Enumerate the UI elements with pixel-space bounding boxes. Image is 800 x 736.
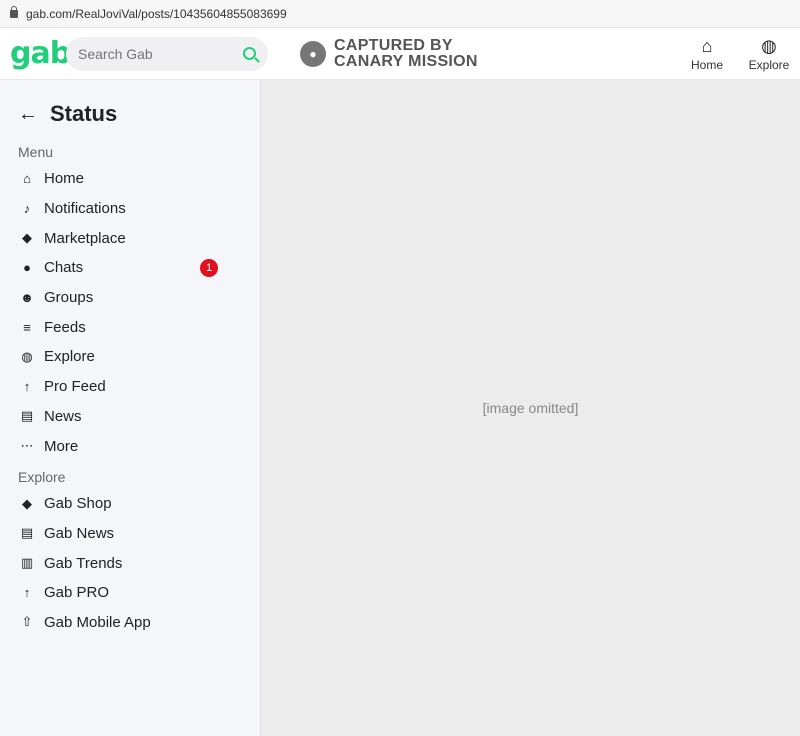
sidebar-item-label: Feeds	[44, 318, 86, 336]
sidebar-item-label: More	[44, 437, 79, 455]
top-nav-home-label: Home	[690, 57, 723, 72]
document-icon: ▤	[20, 525, 34, 541]
home-icon: ⌂	[23, 171, 31, 187]
sidebar-item-marketplace[interactable]: ◆ Marketplace	[18, 223, 218, 253]
sidebar-item-label: Gab Mobile App	[44, 613, 151, 631]
lock-icon	[10, 5, 18, 18]
share-icon: ⇧	[21, 614, 33, 630]
watermark-line-1: CAPTURED BY	[334, 36, 453, 54]
post-media-area: [image omitted]	[260, 80, 800, 736]
sidebar-item-label: Home	[44, 170, 85, 188]
sidebar-item-explore[interactable]: ◍ Explore	[18, 342, 218, 372]
search-input[interactable]	[78, 45, 228, 62]
site-header: gab ● CAPTURED BY CANARY MISSION ⌂ Home …	[0, 28, 800, 80]
sidebar-item-label: Groups	[44, 289, 94, 307]
sidebar-item-label: Gab PRO	[44, 584, 110, 602]
media-placeholder: [image omitted]	[482, 400, 579, 416]
list-icon: ≡	[23, 319, 31, 335]
sidebar-item-gab-shop[interactable]: ◆ Gab Shop	[18, 489, 218, 519]
tag-icon: ◆	[22, 495, 32, 511]
sidebar-item-label: Explore	[44, 348, 95, 366]
home-icon: ⌂	[701, 35, 713, 56]
sidebar-item-chats[interactable]: ● Chats 1	[18, 253, 218, 283]
top-nav-explore-label: Explore	[748, 57, 790, 72]
sidebar-item-label: Gab Trends	[44, 554, 123, 572]
browser-url-bar[interactable]: gab.com/RealJoviVal/posts/10435604855083…	[0, 0, 800, 28]
sidebar-item-notifications[interactable]: ♪ Notifications	[18, 194, 218, 224]
url-text[interactable]: gab.com/RealJoviVal/posts/10435604855083…	[26, 7, 287, 21]
search-box[interactable]	[66, 36, 268, 71]
globe-icon: ◍	[761, 35, 777, 56]
page-title: Status	[50, 101, 118, 126]
sidebar-item-label: Gab News	[44, 524, 115, 542]
tag-icon: ◆	[22, 230, 32, 246]
unread-badge: 1	[200, 258, 218, 277]
status-header: ← Status	[18, 94, 260, 134]
sidebar-item-news[interactable]: ▤ News	[18, 402, 218, 432]
arrow-up-icon: ↑	[23, 379, 31, 395]
sidebar-item-feeds[interactable]: ≡ Feeds	[18, 312, 218, 342]
sidebar-item-gab-mobile-app[interactable]: ⇧ Gab Mobile App	[18, 608, 218, 638]
arrow-up-icon: ↑	[23, 585, 31, 601]
top-nav-home[interactable]: ⌂ Home	[676, 36, 738, 72]
more-icon: ⋯	[20, 438, 34, 454]
sidebar-item-gab-pro[interactable]: ↑ Gab PRO	[18, 578, 218, 608]
sidebar-item-gab-news[interactable]: ▤ Gab News	[18, 519, 218, 549]
sidebar-item-gab-trends[interactable]: ▥ Gab Trends	[18, 548, 218, 578]
sidebar-item-groups[interactable]: ☻ Groups	[18, 283, 218, 313]
back-arrow-icon[interactable]: ←	[18, 103, 38, 126]
sidebar-item-label: News	[44, 407, 82, 425]
sidebar-item-label: Gab Shop	[44, 495, 112, 513]
canary-mission-watermark: ● CAPTURED BY CANARY MISSION	[300, 36, 478, 70]
sidebar: ← Status Menu ⌂ Home ♪ Notifications ◆ Market…	[0, 80, 260, 736]
top-nav: ⌂ Home ◍ Explore	[676, 36, 800, 72]
gab-logo[interactable]: gab	[10, 36, 71, 71]
sidebar-item-more[interactable]: ⋯ More	[18, 431, 218, 461]
sidebar-item-label: Chats	[44, 259, 84, 277]
groups-icon: ☻	[20, 290, 34, 306]
globe-icon: ◍	[21, 348, 33, 364]
document-icon: ▤	[20, 408, 34, 424]
sidebar-item-label: Notifications	[44, 200, 126, 218]
canary-logo-icon: ●	[300, 40, 326, 67]
search-icon[interactable]	[243, 47, 256, 60]
top-nav-explore[interactable]: ◍ Explore	[738, 36, 800, 72]
sidebar-item-label: Pro Feed	[44, 378, 106, 396]
watermark-line-2: CANARY MISSION	[334, 52, 478, 70]
sidebar-item-pro-feed[interactable]: ↑ Pro Feed	[18, 372, 218, 402]
bell-icon: ♪	[23, 201, 31, 217]
sidebar-item-home[interactable]: ⌂ Home	[18, 164, 218, 194]
explore-heading: Explore	[18, 468, 66, 485]
sidebar-item-label: Marketplace	[44, 229, 126, 247]
trends-icon: ▥	[20, 555, 34, 571]
menu-heading: Menu	[18, 144, 54, 160]
chat-icon: ●	[23, 260, 31, 276]
